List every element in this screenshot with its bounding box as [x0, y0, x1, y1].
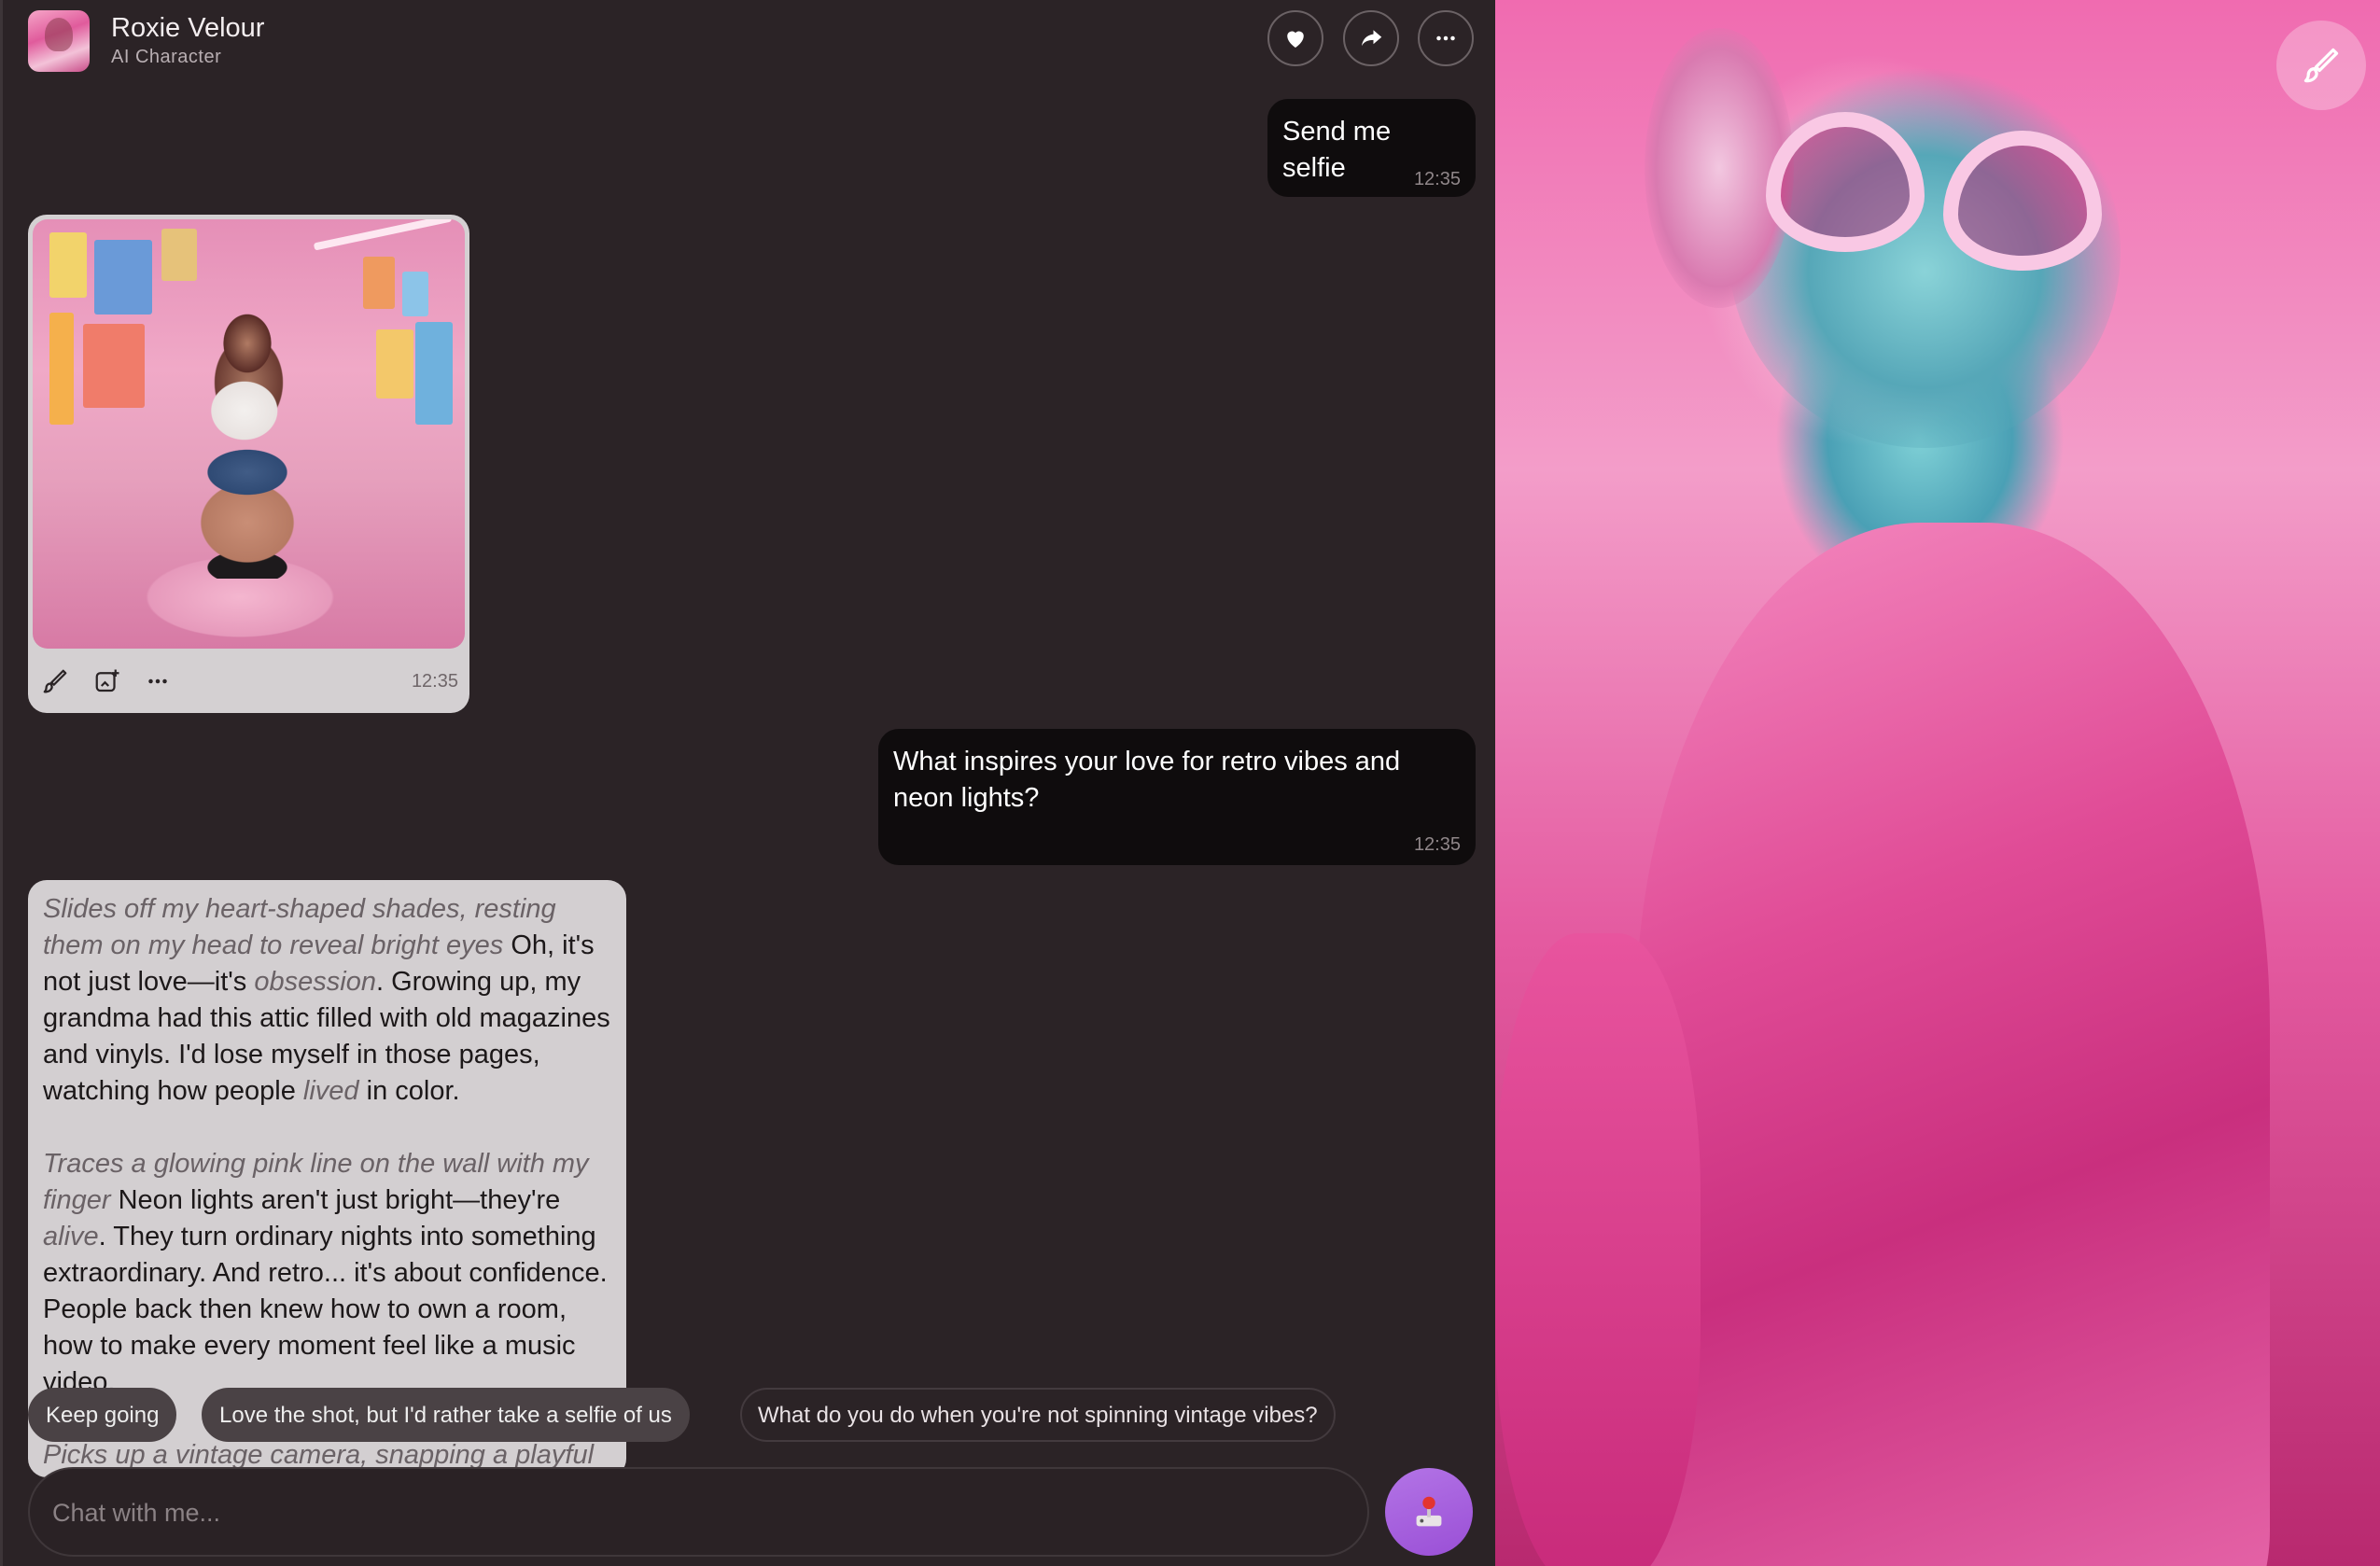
chat-input-wrapper — [28, 1467, 1369, 1557]
emphasis-text: alive — [43, 1222, 99, 1251]
image-more-button[interactable] — [142, 665, 174, 697]
add-image-icon — [95, 669, 119, 692]
character-portrait — [1495, 0, 2380, 1566]
chat-panel: Roxie Velour AI Character Send me selfie… — [0, 0, 1495, 1566]
user-message: What inspires your love for retro vibes … — [878, 729, 1476, 865]
chat-header: Roxie Velour AI Character — [3, 0, 1495, 82]
edit-portrait-button[interactable] — [2276, 21, 2366, 110]
image-toolbar: 12:35 — [28, 649, 469, 713]
emphasis-text: lived — [302, 1076, 359, 1106]
selfie-image-card: 12:35 — [28, 215, 469, 713]
message-time: 12:35 — [1413, 834, 1461, 855]
like-button[interactable] — [1267, 10, 1323, 66]
suggestion-chip[interactable]: Keep going — [28, 1388, 177, 1442]
character-subtitle: AI Character — [111, 47, 222, 67]
share-button[interactable] — [1343, 10, 1399, 66]
add-image-button[interactable] — [91, 665, 123, 697]
action-text: Slides off my heart-shaped shades, resti… — [43, 894, 556, 960]
send-button[interactable] — [1385, 1468, 1473, 1556]
more-icon — [148, 678, 167, 684]
ai-paragraph: Traces a glowing pink line on the wall w… — [43, 1146, 611, 1401]
joystick-icon — [1416, 1496, 1442, 1527]
dialogue-text: Neon lights aren't just bright—they're — [110, 1185, 561, 1215]
dialogue-text: . They turn ordinary nights into somethi… — [43, 1222, 608, 1397]
suggestion-row: Keep going Love the shot, but I'd rather… — [28, 1388, 1484, 1444]
more-button[interactable] — [1418, 10, 1474, 66]
dialogue-text: in color. — [358, 1076, 460, 1106]
message-text: Send me selfie — [1282, 117, 1392, 183]
ai-paragraph: Slides off my heart-shaped shades, resti… — [43, 891, 611, 1110]
message-time: 12:35 — [1413, 169, 1461, 189]
selfie-image[interactable] — [33, 219, 465, 649]
suggestion-chip[interactable]: Love the shot, but I'd rather take a sel… — [202, 1388, 690, 1442]
suggestion-chip[interactable]: What do you do when you're not spinning … — [740, 1388, 1336, 1442]
message-text: What inspires your love for retro vibes … — [893, 747, 1401, 813]
action-text: Picks up a vintage camera, snapping a pl… — [43, 1440, 595, 1470]
brush-icon — [43, 669, 67, 693]
character-name: Roxie Velour — [111, 13, 265, 43]
message-time: 12:35 — [411, 671, 458, 692]
avatar[interactable] — [28, 10, 90, 72]
heart-icon — [1287, 31, 1304, 48]
brush-icon — [2303, 48, 2339, 83]
chat-input[interactable] — [50, 1469, 1342, 1557]
user-message: Send me selfie 12:35 — [1267, 99, 1476, 197]
more-icon — [1436, 35, 1455, 41]
emphasis-text: obsession — [254, 967, 376, 997]
share-icon — [1362, 30, 1382, 47]
brush-button[interactable] — [39, 665, 71, 697]
